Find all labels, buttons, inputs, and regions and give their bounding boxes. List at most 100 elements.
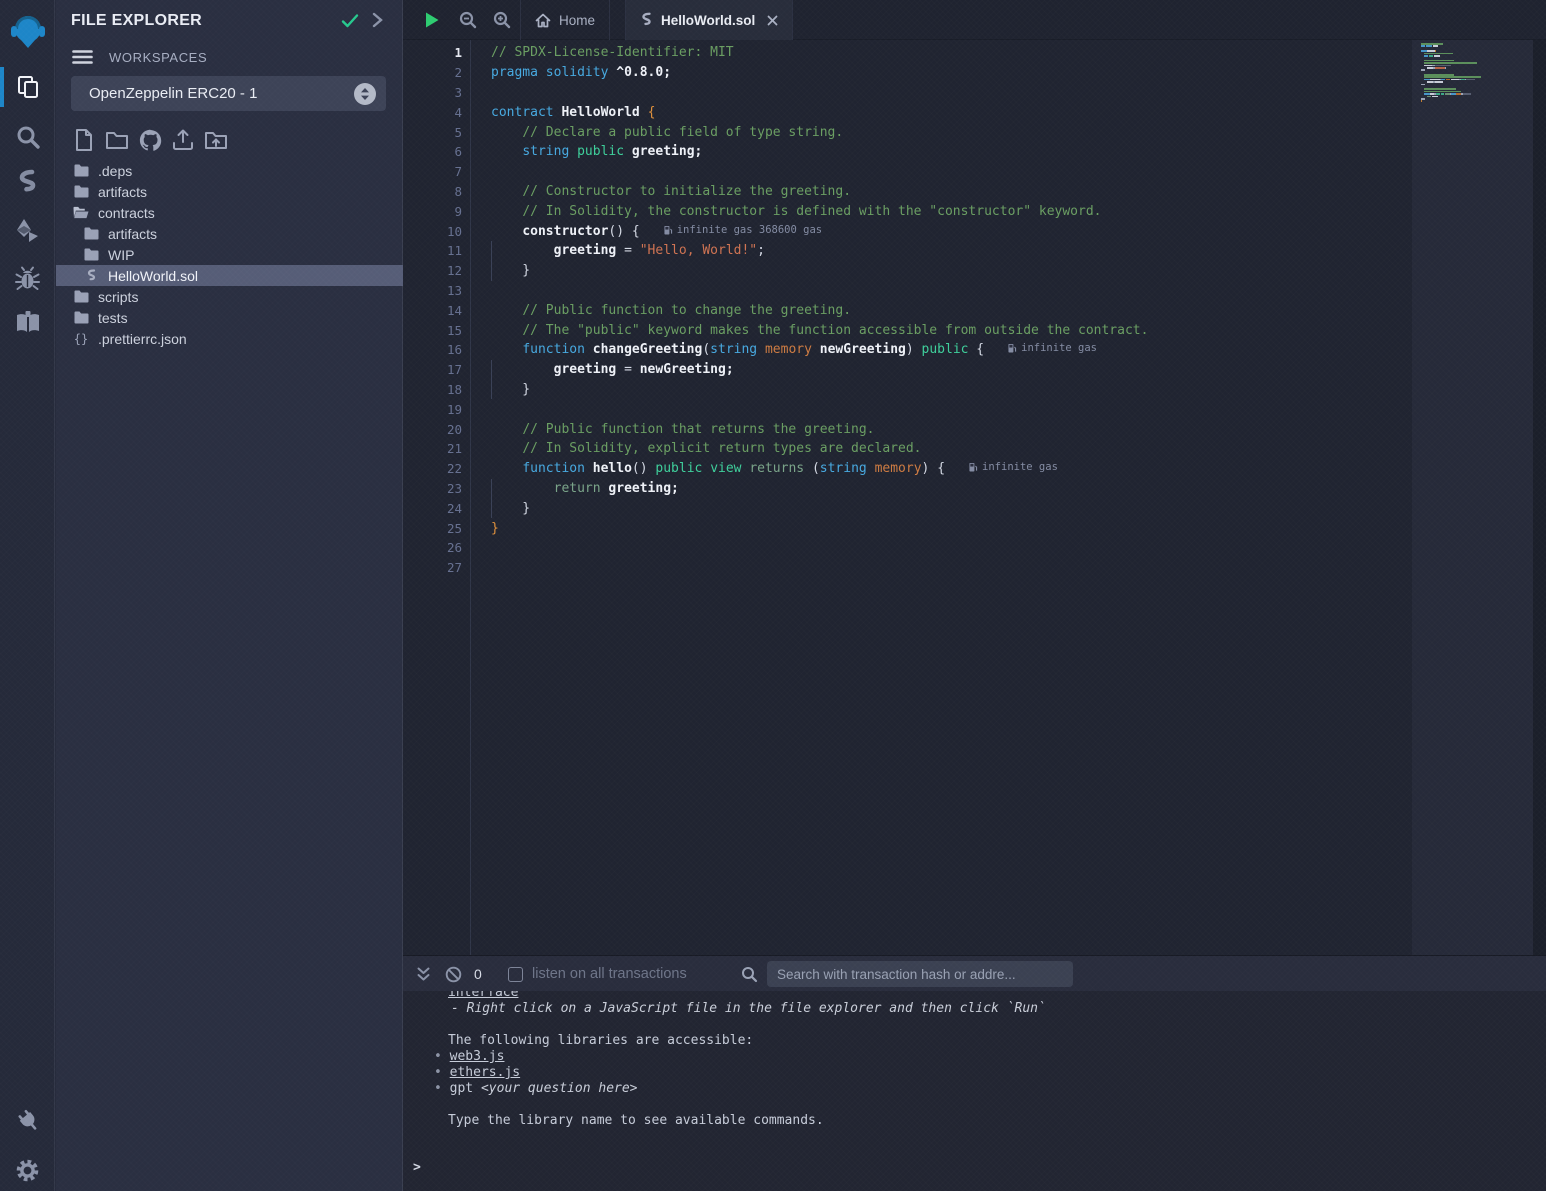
sidebar-icon-file-explorer[interactable] — [0, 70, 55, 104]
sidebar-icon-settings[interactable] — [0, 1152, 55, 1188]
tree-item-label: HelloWorld.sol — [108, 268, 198, 284]
code-line-24: 24 } — [403, 498, 1403, 518]
code-line-16: 16 function changeGreeting(string memory… — [403, 340, 1403, 360]
new-folder-icon[interactable] — [104, 127, 130, 153]
line-number: 18 — [403, 382, 462, 397]
hamburger-menu-icon[interactable] — [72, 49, 93, 65]
gas-estimate-widget[interactable]: infinite gas 368600 gas — [664, 224, 822, 236]
line-number: 6 — [403, 144, 462, 159]
code-line-21: 21 // In Solidity, explicit return types… — [403, 439, 1403, 459]
tree-item-helloworld-sol[interactable]: HelloWorld.sol — [56, 265, 403, 286]
terminal-prompt[interactable]: > — [403, 1160, 1546, 1175]
braces-icon: {} — [73, 332, 89, 346]
line-number: 3 — [403, 85, 462, 100]
folder-icon — [83, 248, 99, 261]
close-tab-icon[interactable] — [767, 15, 778, 26]
tree-item-wip[interactable]: WIP — [56, 244, 403, 265]
line-number: 21 — [403, 441, 462, 456]
tree-item-label: tests — [98, 310, 128, 326]
line-number: 12 — [403, 263, 462, 278]
debugger-icon — [14, 266, 41, 293]
minimap[interactable] — [1412, 40, 1533, 955]
code-line-27: 27 — [403, 558, 1403, 578]
zoom-out-icon[interactable] — [453, 0, 483, 40]
sidebar-icon-search[interactable] — [0, 120, 55, 154]
tab-label: Home — [559, 13, 595, 28]
tree-item-label: .prettierrc.json — [98, 331, 187, 347]
sidebar-icon-learneth[interactable] — [0, 306, 55, 340]
tree-item-tests[interactable]: tests — [56, 307, 403, 328]
sidebar-icon-plugin-manager[interactable] — [0, 1102, 55, 1138]
tree-item-artifacts[interactable]: artifacts — [56, 223, 403, 244]
file-explorer-icon — [15, 74, 41, 100]
remix-logo-icon — [7, 10, 49, 52]
line-number: 17 — [403, 362, 462, 377]
remix-logo[interactable] — [0, 8, 55, 54]
terminal-link-ethersjs[interactable]: • ethers.js — [403, 1065, 1546, 1081]
run-script-button[interactable] — [417, 0, 447, 40]
sidebar-icon-deploy-and-run[interactable] — [0, 214, 55, 248]
code-line-10: 10 constructor() {infinite gas 368600 ga… — [403, 221, 1403, 241]
line-number: 26 — [403, 540, 462, 555]
terminal-line: Type the library name to see available c… — [403, 1113, 1546, 1129]
terminal-panel: 0 listen on all transactions interface- … — [403, 955, 1546, 1191]
clone-github-icon[interactable] — [137, 127, 163, 153]
line-number: 19 — [403, 402, 462, 417]
workspace-dropdown[interactable]: OpenZeppelin ERC20 - 1 — [71, 76, 386, 111]
terminal-link-web3js[interactable]: • web3.js — [403, 1049, 1546, 1065]
line-number: 23 — [403, 481, 462, 496]
terminal-header: 0 listen on all transactions — [403, 955, 1546, 991]
upload-file-icon[interactable] — [170, 127, 196, 153]
line-number: 20 — [403, 422, 462, 437]
line-number: 25 — [403, 521, 462, 536]
gas-estimate-widget[interactable]: infinite gas — [969, 461, 1058, 473]
new-file-icon[interactable] — [71, 127, 97, 153]
workspaces-row: WORKSPACES — [72, 49, 207, 65]
code-line-6: 6 string public greeting; — [403, 142, 1403, 162]
tree-item-contracts[interactable]: contracts — [56, 202, 403, 223]
tree-item--prettierrc-json[interactable]: {} .prettierrc.json — [56, 328, 403, 349]
line-number: 13 — [403, 283, 462, 298]
code-line-7: 7 — [403, 162, 1403, 182]
deploy-run-icon — [14, 218, 42, 244]
file-explorer-toolbar — [71, 127, 229, 153]
sidebar-icon-debugger[interactable] — [0, 262, 55, 296]
chevron-right-icon[interactable] — [371, 12, 383, 28]
line-number: 14 — [403, 303, 462, 318]
listen-all-transactions-checkbox[interactable] — [508, 956, 523, 992]
upload-folder-icon[interactable] — [203, 127, 229, 153]
terminal-clear-icon[interactable] — [445, 956, 462, 992]
line-number: 16 — [403, 342, 462, 357]
tree-item-scripts[interactable]: scripts — [56, 286, 403, 307]
code-lines: 1// SPDX-License-Identifier: MIT2pragma … — [403, 43, 1403, 578]
search-plugin-icon — [15, 124, 41, 150]
terminal-search-input[interactable] — [767, 961, 1073, 987]
zoom-in-icon[interactable] — [487, 0, 517, 40]
gas-estimate-widget[interactable]: infinite gas — [1008, 342, 1097, 354]
line-number: 4 — [403, 105, 462, 120]
tree-item--deps[interactable]: .deps — [56, 160, 403, 181]
folder-icon — [73, 164, 89, 177]
terminal-output[interactable]: interface- Right click on a JavaScript f… — [403, 991, 1546, 1191]
home-icon — [535, 13, 551, 28]
folder-icon — [83, 227, 99, 240]
listen-all-transactions-label: listen on all transactions — [532, 956, 687, 992]
learneth-icon — [14, 310, 42, 336]
code-line-4: 4contract HelloWorld { — [403, 102, 1403, 122]
check-icon[interactable] — [341, 13, 359, 29]
tab-home[interactable]: Home — [520, 0, 610, 40]
code-editor[interactable]: 1// SPDX-License-Identifier: MIT2pragma … — [403, 40, 1546, 955]
line-number: 27 — [403, 560, 462, 575]
code-line-14: 14 // Public function to change the gree… — [403, 300, 1403, 320]
code-line-19: 19 — [403, 399, 1403, 419]
terminal-collapse-icon[interactable] — [416, 956, 431, 992]
folder-icon — [73, 311, 89, 324]
tree-item-artifacts[interactable]: artifacts — [56, 181, 403, 202]
plugin-manager-icon — [14, 1106, 42, 1134]
code-line-11: 11 greeting = "Hello, World!"; — [403, 241, 1403, 261]
tab-helloworld-sol[interactable]: HelloWorld.sol — [625, 0, 793, 40]
folder-icon — [73, 290, 89, 303]
workspace-dropdown-toggle-icon[interactable] — [354, 83, 376, 105]
sidebar-icon-solidity-compiler[interactable] — [0, 166, 55, 200]
folder-icon — [73, 185, 89, 198]
